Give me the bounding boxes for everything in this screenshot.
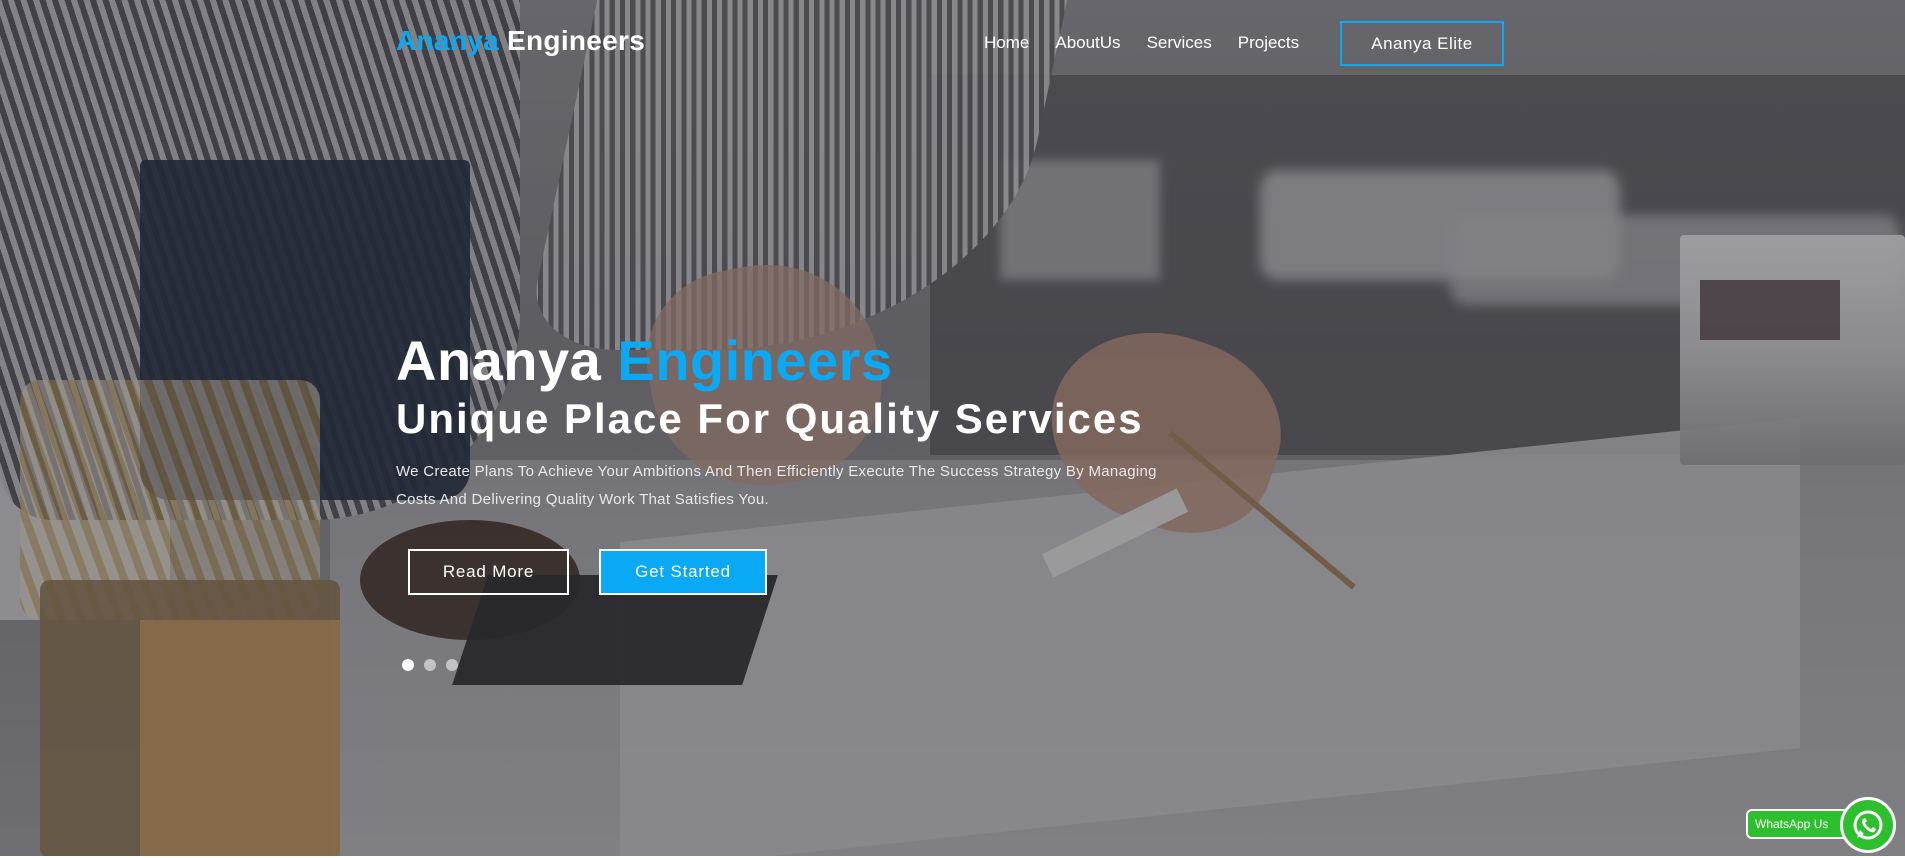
whatsapp-label[interactable]: WhatsApp Us [1746, 809, 1850, 839]
whatsapp-icon[interactable] [1840, 797, 1896, 853]
logo-part2: Engineers [507, 25, 646, 56]
hero-title-part1: Ananya [396, 329, 602, 392]
nav-services[interactable]: Services [1147, 33, 1212, 53]
slider-dot-1[interactable] [402, 659, 414, 671]
slider-dots [402, 659, 468, 671]
main-nav: Home AboutUs Services Projects [984, 33, 1313, 53]
hero-subtitle: Unique Place For Quality Services [396, 395, 1144, 442]
whatsapp-button[interactable]: WhatsApp Us [1746, 797, 1905, 858]
hero-title: Ananya Engineers [396, 328, 893, 394]
nav-home[interactable]: Home [984, 33, 1029, 53]
site-logo[interactable]: Ananya Engineers [396, 25, 645, 57]
hero-title-part2: Engineers [617, 329, 893, 392]
slider-dot-2[interactable] [424, 659, 436, 671]
hero-description: We Create Plans To Achieve Your Ambition… [396, 463, 1157, 508]
get-started-button[interactable]: Get Started [599, 549, 767, 595]
ananya-elite-button[interactable]: Ananya Elite [1340, 21, 1504, 66]
read-more-button[interactable]: Read More [408, 549, 569, 595]
nav-aboutus[interactable]: AboutUs [1055, 33, 1120, 53]
nav-projects[interactable]: Projects [1238, 33, 1299, 53]
logo-part1: Ananya [396, 25, 499, 56]
slider-dot-3[interactable] [446, 659, 458, 671]
